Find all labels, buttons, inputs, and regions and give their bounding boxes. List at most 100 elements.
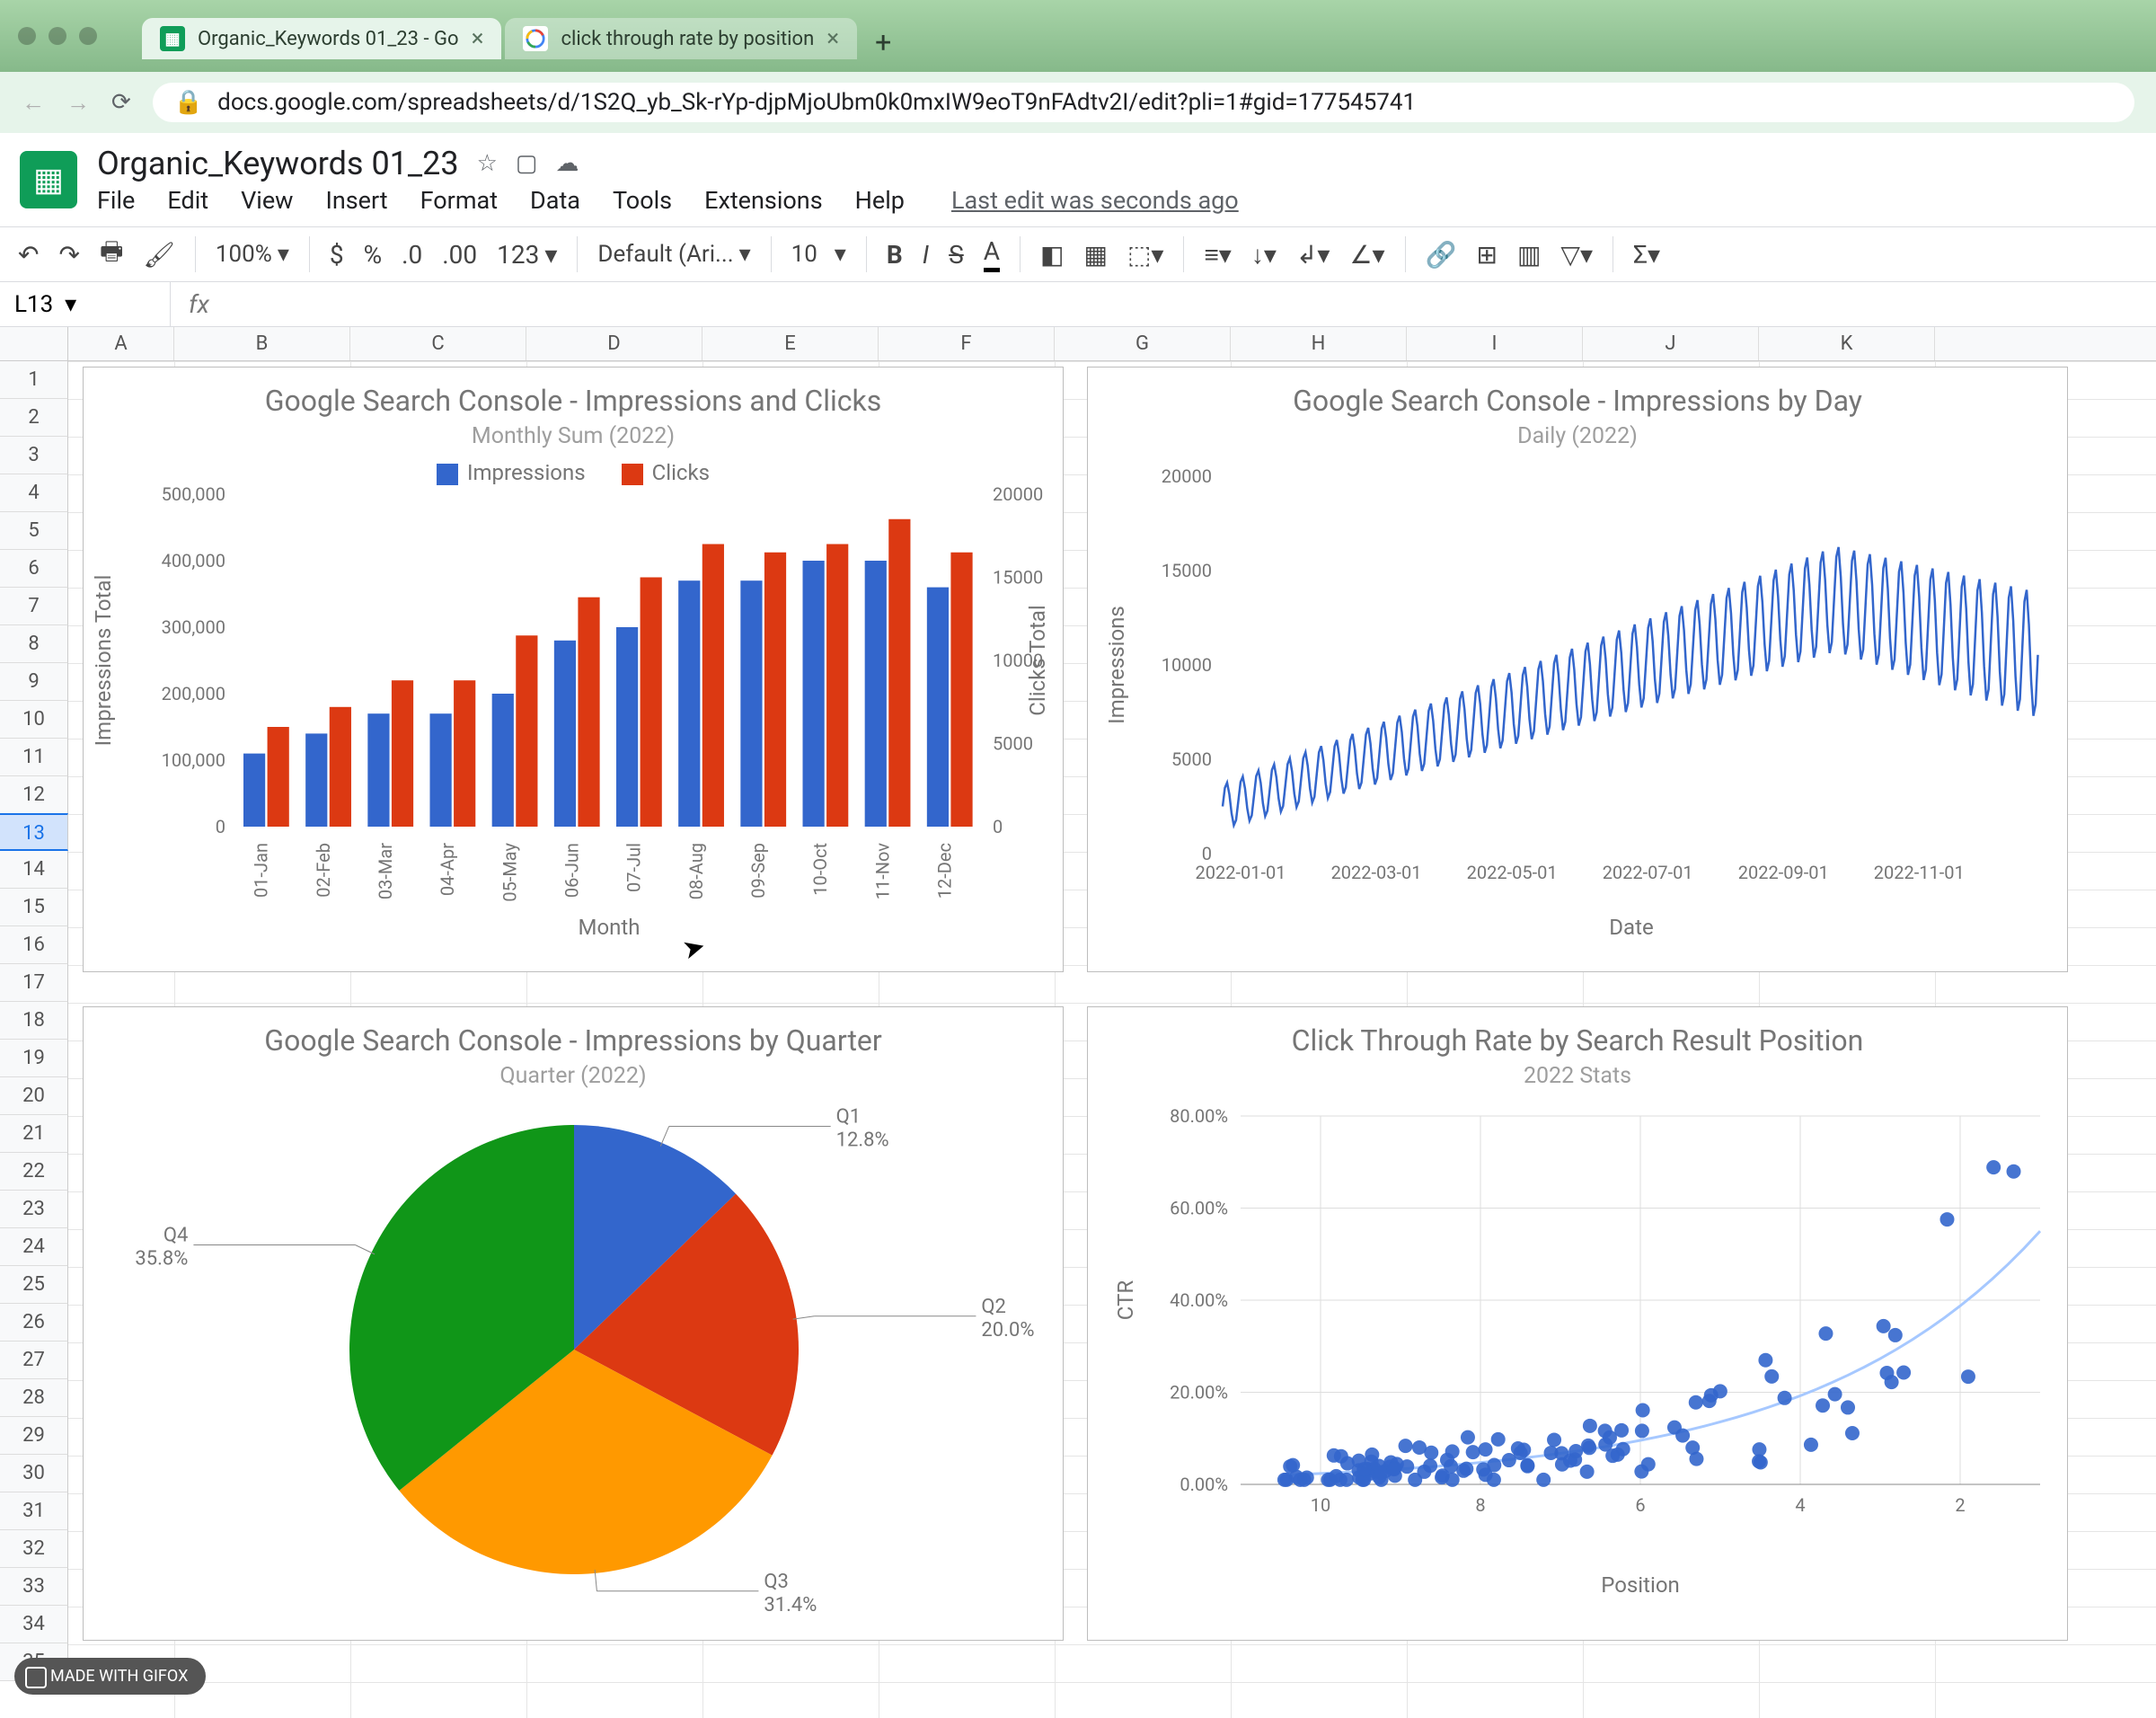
name-box[interactable]: L13 ▾ [0,282,171,326]
browser-tab-google[interactable]: click through rate by position × [505,18,857,59]
chart-subtitle: Quarter (2022) [84,1063,1063,1089]
lock-icon: 🔒 [174,89,203,116]
comment-button[interactable]: ⊞ [1476,240,1497,270]
strike-button[interactable]: S [949,240,964,270]
rotate-button[interactable]: ∠▾ [1349,240,1384,270]
reload-button[interactable]: ⟳ [111,89,131,116]
filter-button[interactable]: ▽▾ [1560,240,1593,270]
chart-subtitle: Monthly Sum (2022) [84,423,1063,449]
new-tab-button[interactable]: + [875,25,891,59]
text-color-button[interactable]: A [984,236,1000,272]
column-headers[interactable]: ABCDEFGHIJK [68,327,2156,361]
functions-button[interactable]: Σ▾ [1633,240,1660,270]
decrease-decimal-button[interactable]: .0 [402,240,422,270]
wrap-button[interactable]: ↲▾ [1296,240,1330,270]
print-button[interactable]: 🖶 [100,233,123,276]
menu-view[interactable]: View [241,186,293,215]
sheets-logo-icon[interactable]: ▦ [20,151,77,208]
chart-impressions-day[interactable]: Google Search Console - Impressions by D… [1087,367,2068,972]
menu-help[interactable]: Help [855,186,905,215]
bold-button[interactable]: B [887,240,903,270]
minimize-window-icon[interactable] [49,27,66,45]
line-chart-svg: 05000100001500020000Impressions2022-01-0… [1088,449,2069,961]
menu-tools[interactable]: Tools [613,186,672,215]
link-button[interactable]: 🔗 [1426,240,1457,270]
svg-text:08-Aug: 08-Aug [685,843,707,899]
sheets-favicon-icon: ▦ [160,26,185,51]
svg-text:0: 0 [216,816,225,837]
svg-text:Impressions Total: Impressions Total [91,575,116,747]
svg-text:12-Dec: 12-Dec [933,843,955,899]
zoom-select[interactable]: 100% ▾ [216,241,289,268]
svg-text:Clicks Total: Clicks Total [1025,605,1050,715]
back-button[interactable]: ← [22,89,45,117]
svg-text:31.4%: 31.4% [764,1594,817,1616]
svg-text:10: 10 [1311,1494,1330,1516]
spreadsheet[interactable]: ABCDEFGHIJK 1234567891011121314151617181… [0,327,2156,1718]
menu-format[interactable]: Format [420,186,498,215]
browser-tab-sheets[interactable]: ▦ Organic_Keywords 01_23 - Go × [142,18,501,59]
svg-text:2022-09-01: 2022-09-01 [1738,862,1829,883]
menu-data[interactable]: Data [530,186,580,215]
forward-button[interactable]: → [66,89,90,117]
doc-title-input[interactable]: Organic_Keywords 01_23 [97,145,459,182]
fill-color-button[interactable]: ◧ [1040,240,1064,270]
font-size-select[interactable]: 10 ▾ [791,241,846,268]
star-icon[interactable]: ☆ [477,150,498,177]
svg-text:100,000: 100,000 [162,749,225,771]
svg-text:12.8%: 12.8% [836,1129,889,1152]
tab-close-icon[interactable]: × [826,27,839,50]
close-window-icon[interactable] [18,27,36,45]
svg-text:06-Jun: 06-Jun [561,843,582,898]
traffic-lights [18,27,97,45]
select-all-corner[interactable] [0,327,68,361]
tab-title: Organic_Keywords 01_23 - Go [198,28,459,50]
chart-impressions-clicks[interactable]: Google Search Console - Impressions and … [83,367,1064,972]
chart-title: Google Search Console - Impressions by Q… [84,1023,1063,1058]
address-bar: ← → ⟳ 🔒 docs.google.com/spreadsheets/d/1… [0,72,2156,133]
paint-format-button[interactable]: 🖌 [143,240,175,270]
zoom-window-icon[interactable] [79,27,97,45]
move-icon[interactable]: ▢ [516,150,538,177]
tab-close-icon[interactable]: × [472,27,484,50]
menu-extensions[interactable]: Extensions [704,186,823,215]
menu-edit[interactable]: Edit [167,186,208,215]
chart-ctr-position[interactable]: Click Through Rate by Search Result Posi… [1087,1006,2068,1641]
svg-text:Impressions: Impressions [1104,606,1129,724]
tab-title: click through rate by position [561,28,814,50]
macos-titlebar: ▦ Organic_Keywords 01_23 - Go × click th… [0,0,2156,72]
merge-button[interactable]: ⬚▾ [1127,240,1164,270]
svg-text:Date: Date [1609,915,1653,940]
undo-button[interactable]: ↶ [18,240,39,270]
percent-button[interactable]: % [364,240,383,270]
last-edit-link[interactable]: Last edit was seconds ago [951,186,1239,215]
svg-text:2: 2 [1955,1494,1965,1516]
svg-text:15000: 15000 [993,567,1043,589]
cloud-status-icon[interactable]: ☁ [556,150,579,177]
url-input[interactable]: 🔒 docs.google.com/spreadsheets/d/1S2Q_yb… [153,83,2134,122]
google-favicon-icon [523,26,548,51]
chart-button[interactable]: ▥ [1517,240,1541,270]
row-headers[interactable]: 1234567891011121314151617181920212223242… [0,361,68,1681]
chart-impressions-quarter[interactable]: Google Search Console - Impressions by Q… [83,1006,1064,1641]
svg-text:20000: 20000 [993,485,1043,505]
redo-button[interactable]: ↷ [58,240,79,270]
font-select[interactable]: Default (Ari... ▾ [597,241,750,268]
borders-button[interactable]: ▦ [1083,240,1107,270]
pie-chart-svg: Q112.8%Q220.0%Q331.4%Q435.8% [84,1089,1065,1628]
valign-button[interactable]: ↓▾ [1251,240,1277,270]
increase-decimal-button[interactable]: .00 [442,240,477,270]
svg-text:15000: 15000 [1162,560,1212,581]
italic-button[interactable]: I [923,240,929,270]
svg-text:5000: 5000 [993,733,1033,755]
menu-insert[interactable]: Insert [325,186,387,215]
svg-text:10-Oct: 10-Oct [809,843,831,896]
menu-file[interactable]: File [97,186,135,215]
chart-title: Google Search Console - Impressions by D… [1088,384,2067,418]
svg-text:07-Jul: 07-Jul [623,843,645,892]
halign-button[interactable]: ≡▾ [1204,240,1231,270]
currency-button[interactable]: $ [330,240,344,270]
svg-text:400,000: 400,000 [162,550,225,571]
svg-text:300,000: 300,000 [162,616,225,638]
more-formats-button[interactable]: 123▾ [497,240,557,270]
